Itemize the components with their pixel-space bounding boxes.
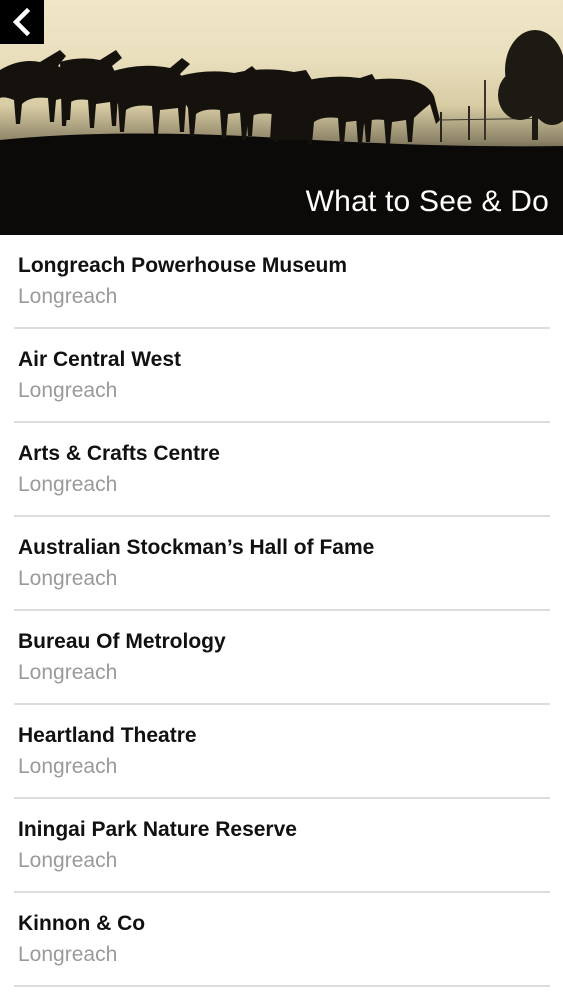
item-title: Longreach Powerhouse Museum [18, 254, 348, 277]
list-item[interactable]: Air Central West Longreach [14, 329, 550, 423]
chevron-left-icon [12, 8, 31, 36]
back-button[interactable] [0, 0, 44, 44]
item-title: Heartland Theatre [18, 724, 197, 747]
list-item[interactable]: Arts & Crafts Centre Longreach [14, 423, 550, 517]
list-item[interactable]: Longreach Powerhouse Museum Longreach [14, 235, 550, 329]
item-title: Kinnon & Co [18, 912, 146, 935]
item-title: Australian Stockman’s Hall of Fame [18, 536, 375, 559]
item-subtitle: Longreach [18, 755, 118, 778]
screen: What to See & Do Longreach Powerhouse Mu… [0, 0, 563, 1000]
item-subtitle: Longreach [18, 943, 118, 966]
item-title: Bureau Of Metrology [18, 630, 226, 653]
list-item[interactable]: Australian Stockman’s Hall of Fame Longr… [14, 517, 550, 611]
item-subtitle: Longreach [18, 661, 118, 684]
item-subtitle: Longreach [18, 473, 118, 496]
list-item[interactable]: Kinnon & Co Longreach [14, 893, 550, 987]
item-subtitle: Longreach [18, 379, 118, 402]
places-list: Longreach Powerhouse Museum Longreach Ai… [0, 235, 563, 987]
header-banner: What to See & Do [0, 0, 563, 235]
item-subtitle: Longreach [18, 567, 118, 590]
item-subtitle: Longreach [18, 285, 118, 308]
page-title: What to See & Do [305, 185, 549, 218]
item-subtitle: Longreach [18, 849, 118, 872]
list-item[interactable]: Bureau Of Metrology Longreach [14, 611, 550, 705]
item-title: Arts & Crafts Centre [18, 442, 220, 465]
list-item[interactable]: Iningai Park Nature Reserve Longreach [14, 799, 550, 893]
item-title: Air Central West [18, 348, 181, 371]
item-title: Iningai Park Nature Reserve [18, 818, 297, 841]
list-item[interactable]: Heartland Theatre Longreach [14, 705, 550, 799]
